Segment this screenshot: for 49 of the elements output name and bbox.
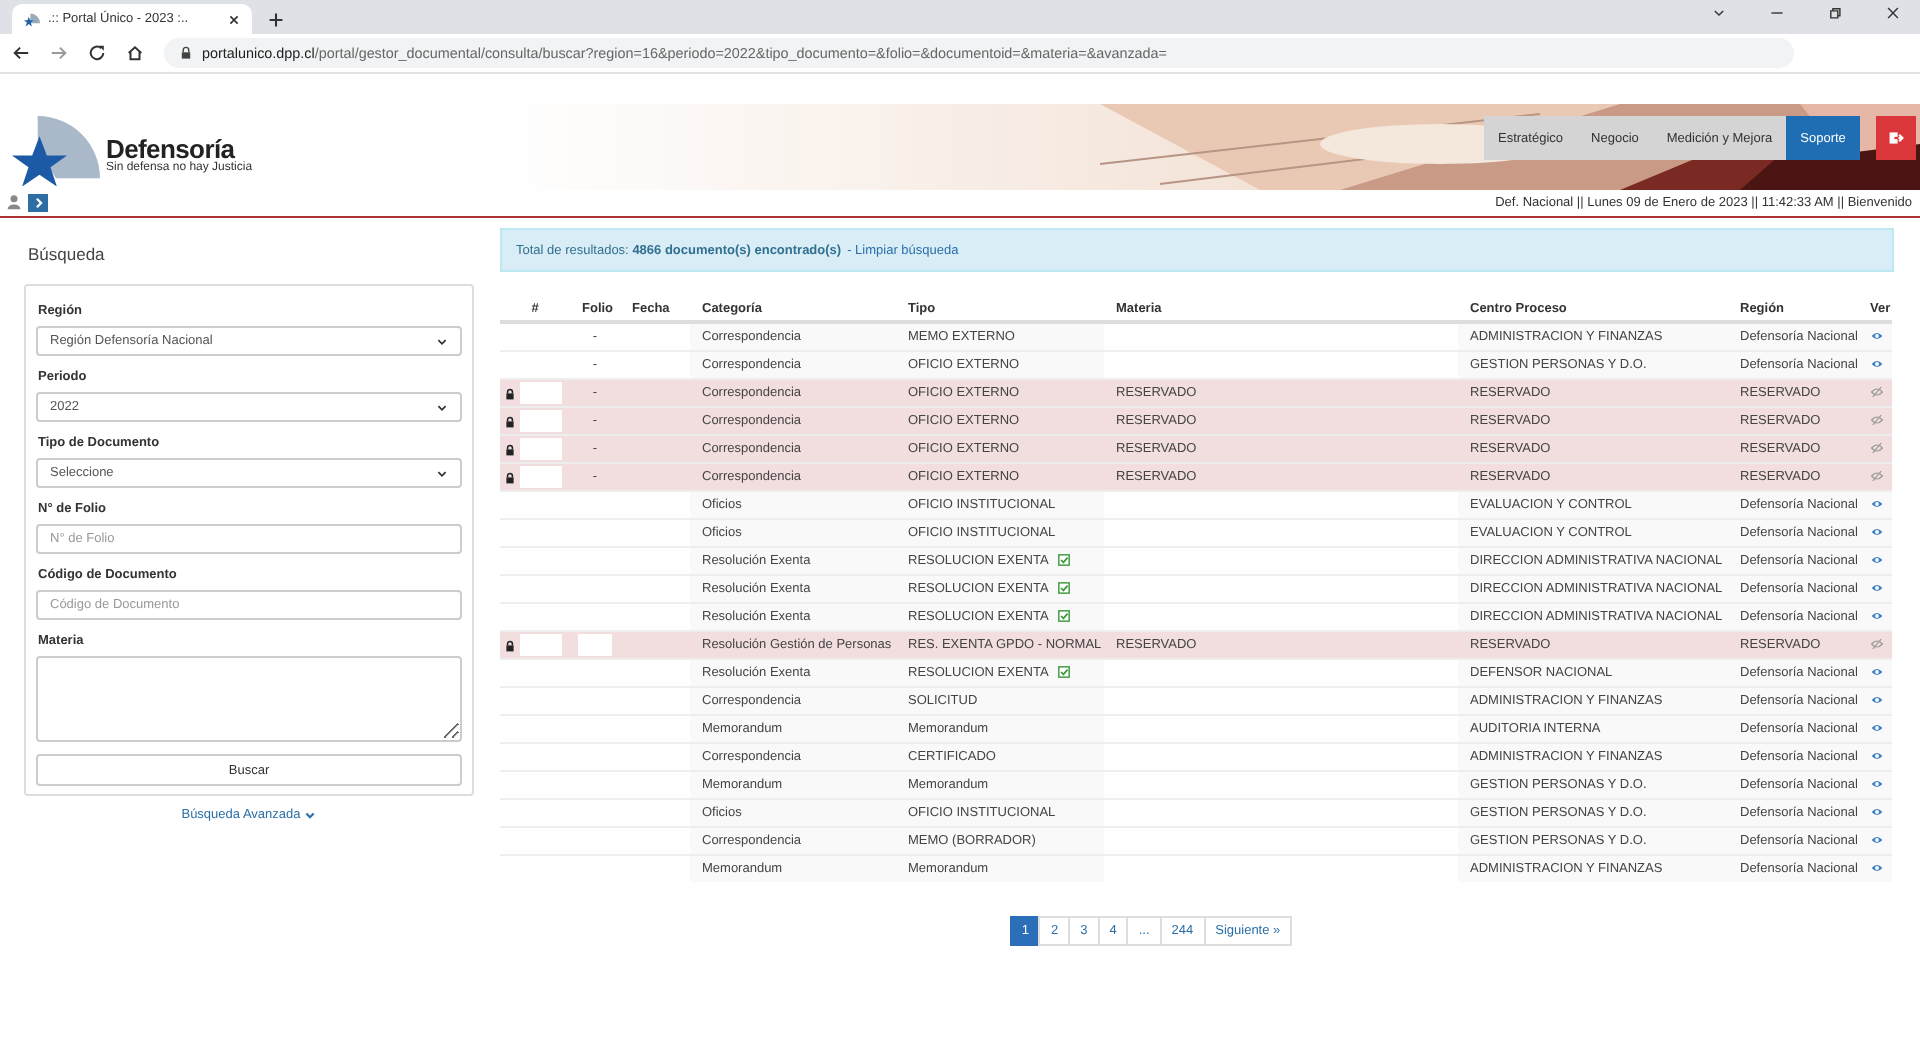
- panel-title: Búsqueda: [28, 244, 107, 264]
- view-icon[interactable]: [1870, 554, 1884, 567]
- view-icon[interactable]: [1870, 582, 1884, 595]
- close-icon[interactable]: [1886, 6, 1900, 20]
- logout-button[interactable]: [1875, 116, 1916, 160]
- restore-icon[interactable]: [1828, 6, 1842, 20]
- eye-slash-icon[interactable]: [1870, 638, 1884, 651]
- view-icon[interactable]: [1870, 498, 1884, 511]
- caret-icon: [436, 401, 448, 413]
- back-icon[interactable]: [12, 44, 30, 62]
- view-icon[interactable]: [1870, 666, 1884, 679]
- eye-slash-icon[interactable]: [1870, 414, 1884, 427]
- view-icon[interactable]: [1870, 694, 1884, 707]
- lock-icon: [180, 46, 192, 60]
- blank-field: [520, 634, 562, 656]
- eye-slash-icon[interactable]: [1870, 386, 1884, 399]
- brand-name: Defensoría: [106, 135, 235, 161]
- home-icon[interactable]: [126, 44, 144, 62]
- view-icon[interactable]: [1870, 862, 1884, 875]
- view-icon[interactable]: [1870, 806, 1884, 819]
- close-icon[interactable]: [228, 13, 240, 25]
- view-icon[interactable]: [1870, 834, 1884, 847]
- view-icon[interactable]: [1870, 750, 1884, 763]
- chevron-down-icon: [304, 809, 317, 821]
- reload-icon[interactable]: [88, 44, 106, 62]
- view-icon[interactable]: [1870, 610, 1884, 623]
- expand-button[interactable]: [28, 193, 48, 211]
- blank-field: [520, 466, 562, 488]
- blank-field: [520, 382, 562, 404]
- star-logo-icon: [12, 112, 100, 186]
- view-icon[interactable]: [1870, 526, 1884, 539]
- view-icon[interactable]: [1870, 778, 1884, 791]
- new-tab-icon[interactable]: [268, 12, 284, 28]
- minimize-icon[interactable]: [1770, 6, 1784, 20]
- view-icon[interactable]: [1870, 722, 1884, 735]
- caret-icon: [436, 467, 448, 479]
- star-icon: [24, 11, 40, 27]
- blank-field: [520, 438, 562, 460]
- chevron-right-icon: [31, 195, 45, 209]
- chevron-icon[interactable]: [1712, 6, 1726, 20]
- user-icon: [6, 194, 22, 210]
- forward-icon[interactable]: [50, 44, 68, 62]
- blank-field: [520, 410, 562, 432]
- eye-slash-icon[interactable]: [1870, 442, 1884, 455]
- caret-icon: [436, 335, 448, 347]
- view-icon[interactable]: [1870, 358, 1884, 371]
- logout-icon: [1887, 130, 1904, 146]
- view-icon[interactable]: [1870, 330, 1884, 343]
- eye-slash-icon[interactable]: [1870, 470, 1884, 483]
